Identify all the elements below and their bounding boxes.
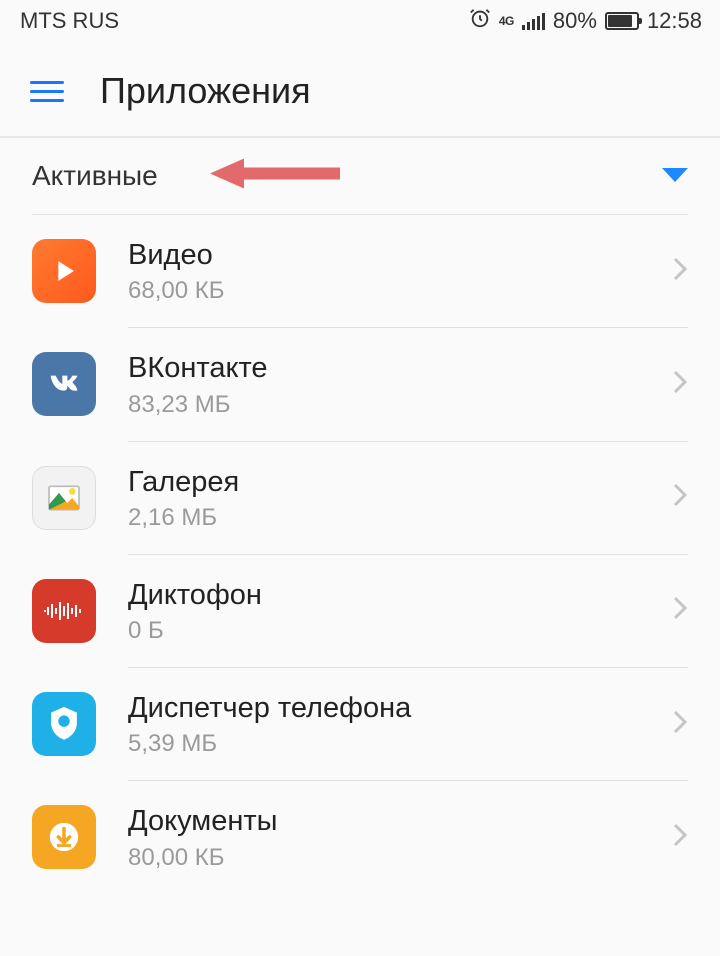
- app-list: Видео 68,00 КБ ВКонтакте 83,23 МБ: [0, 214, 720, 894]
- chevron-right-icon: [672, 595, 688, 626]
- app-size: 2,16 МБ: [128, 504, 640, 532]
- list-item[interactable]: Галерея 2,16 МБ: [32, 442, 688, 554]
- chevron-right-icon: [672, 709, 688, 740]
- app-icon-video: [32, 239, 96, 303]
- app-name: ВКонтакте: [128, 350, 640, 386]
- clock-time: 12:58: [647, 8, 702, 34]
- app-size: 80,00 КБ: [128, 844, 640, 872]
- app-name: Галерея: [128, 464, 640, 500]
- carrier-label: MTS RUS: [20, 8, 119, 34]
- app-icon-dispatcher: [32, 692, 96, 756]
- app-name: Документы: [128, 803, 640, 839]
- annotation-arrow-icon: [210, 155, 340, 198]
- signal-icon: [522, 12, 545, 30]
- app-size: 83,23 МБ: [128, 391, 640, 419]
- app-icon-gallery: [32, 466, 96, 530]
- app-name: Видео: [128, 237, 640, 273]
- menu-icon[interactable]: [30, 81, 64, 102]
- app-icon-vk: [32, 352, 96, 416]
- chevron-right-icon: [672, 822, 688, 853]
- list-item[interactable]: Диктофон 0 Б: [32, 555, 688, 667]
- app-size: 0 Б: [128, 617, 640, 645]
- chevron-right-icon: [672, 369, 688, 400]
- status-bar: MTS RUS 4G 80% 12:58: [0, 0, 720, 42]
- list-item[interactable]: ВКонтакте 83,23 МБ: [32, 328, 688, 440]
- filter-label: Активные: [32, 160, 158, 192]
- page-title: Приложения: [100, 70, 311, 112]
- network-icon: 4G: [499, 14, 514, 28]
- app-icon-docs: [32, 805, 96, 869]
- filter-dropdown[interactable]: Активные: [0, 138, 720, 214]
- app-name: Диспетчер телефона: [128, 690, 640, 726]
- battery-percent: 80%: [553, 8, 597, 34]
- list-item[interactable]: Диспетчер телефона 5,39 МБ: [32, 668, 688, 780]
- app-header: Приложения: [0, 42, 720, 138]
- chevron-right-icon: [672, 256, 688, 287]
- dropdown-caret-icon: [662, 168, 688, 184]
- list-item[interactable]: Документы 80,00 КБ: [32, 781, 688, 893]
- app-size: 5,39 МБ: [128, 730, 640, 758]
- chevron-right-icon: [672, 482, 688, 513]
- app-name: Диктофон: [128, 577, 640, 613]
- app-icon-recorder: [32, 579, 96, 643]
- list-item[interactable]: Видео 68,00 КБ: [32, 215, 688, 327]
- battery-icon: [605, 12, 639, 30]
- app-size: 68,00 КБ: [128, 277, 640, 305]
- alarm-icon: [469, 7, 491, 35]
